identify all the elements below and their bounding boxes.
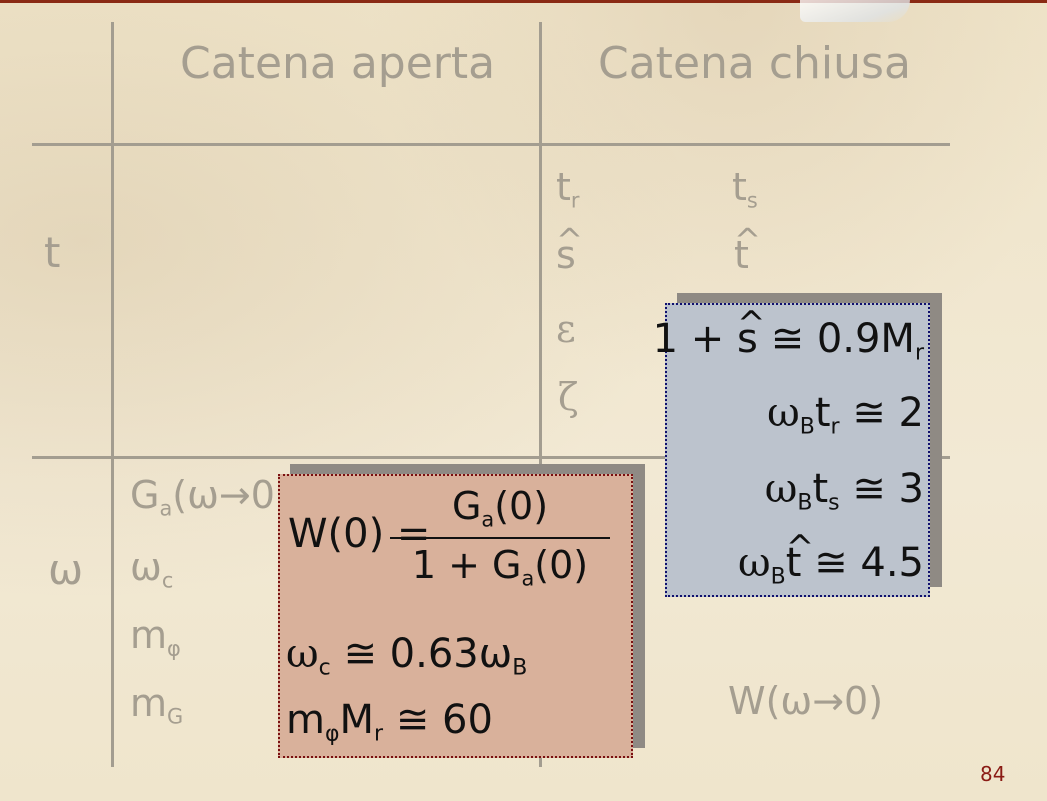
fraction-numerator: Ga(0): [451, 484, 549, 532]
row-label-time: t: [44, 228, 61, 277]
formula-box-open-loop: W(0) = Ga(0) 1 + Ga(0) ωc ≅ 0.63ωB mφMr …: [278, 474, 633, 758]
param-closed-loop-dc-gain: W(ω→0): [728, 679, 884, 723]
param-epsilon: ε: [556, 307, 576, 351]
formula-settling-time-relation: ωBts ≅ 3: [764, 466, 924, 516]
fraction-denominator: 1 + Ga(0): [411, 543, 589, 591]
param-gain-margin: mG: [130, 681, 184, 729]
row-label-frequency: ω: [48, 545, 84, 594]
formula-crossover-relation: ωc ≅ 0.63ωB: [286, 631, 528, 681]
param-phase-margin: mφ: [130, 613, 181, 661]
formula-box-closed-loop: 1 + s ≅ 0.9Mr ωBtr ≅ 2 ωBts ≅ 3 ωBt ≅ 4.…: [653, 303, 930, 598]
header-open-loop: Catena aperta: [180, 38, 496, 89]
param-zeta: ζ: [558, 375, 579, 419]
horizontal-divider-top: [32, 143, 950, 146]
formula-overshoot-relation: 1 + s ≅ 0.9Mr: [653, 304, 924, 374]
fraction-bar: [390, 537, 610, 540]
decorative-paper-corner: [800, 0, 910, 22]
formula-margin-relation: mφMr ≅ 60: [286, 697, 493, 747]
param-rise-time: tr: [556, 165, 580, 213]
formula-peak-time-relation: ωBt ≅ 4.5: [738, 528, 924, 598]
header-closed-loop: Catena chiusa: [598, 38, 911, 89]
param-settling-time: ts: [732, 165, 758, 213]
vertical-divider-left: [111, 22, 114, 767]
formula-rise-time-relation: ωBtr ≅ 2: [767, 390, 924, 440]
param-crossover-frequency: ωc: [130, 545, 174, 593]
page-number: 84: [980, 762, 1006, 786]
param-open-loop-gain: Ga(ω→0: [130, 473, 275, 521]
param-peak-time: t: [734, 221, 749, 274]
formula-w0-fraction: Ga(0) 1 + Ga(0): [390, 484, 610, 591]
param-overshoot: s: [556, 221, 576, 274]
